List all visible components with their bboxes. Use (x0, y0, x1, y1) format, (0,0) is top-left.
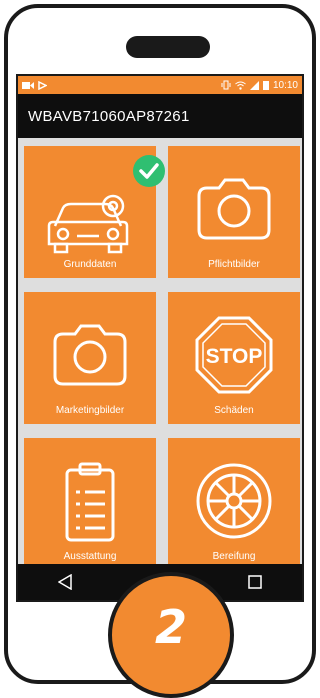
camera-icon (53, 324, 127, 386)
phone-speaker (126, 36, 210, 58)
recents-square-icon (247, 575, 262, 589)
tile-bereifung[interactable]: Bereifung (168, 438, 300, 570)
vehicle-vin-title: WBAVB71060AP87261 (28, 107, 190, 125)
recents-button[interactable] (235, 564, 275, 600)
phone-screen: 10:10 WBAVB71060AP87261 Grunddaten Pflic… (16, 74, 304, 602)
tile-label: Bereifung (212, 551, 256, 562)
tile-grid: Grunddaten Pflichtbilder Marketingbilder (18, 138, 302, 570)
checkmark-icon (133, 155, 165, 187)
tile-label: Grunddaten (63, 259, 117, 270)
tile-marketingbilder[interactable]: Marketingbilder (24, 292, 156, 424)
status-bar: 10:10 (18, 76, 302, 94)
tile-label: Pflichtbilder (208, 259, 260, 270)
back-triangle-icon (58, 574, 73, 590)
status-time: 10:10 (272, 79, 298, 91)
tile-label: Ausstattung (63, 551, 117, 562)
step-badge: 2 (108, 572, 234, 698)
tile-label: Marketingbilder (55, 405, 125, 416)
notification-icon (38, 80, 47, 90)
camera-icon (197, 178, 271, 240)
battery-icon (262, 81, 269, 90)
clipboard-icon (65, 462, 115, 542)
back-button[interactable] (45, 564, 85, 600)
stop-sign-icon: STOP (195, 316, 273, 394)
app-bar: WBAVB71060AP87261 (18, 94, 302, 138)
tile-schaeden[interactable]: STOP Schäden (168, 292, 300, 424)
tire-icon (196, 463, 272, 539)
wifi-icon (235, 81, 246, 90)
car-gear-icon (47, 194, 129, 254)
vibrate-icon (221, 80, 231, 90)
tile-label: Schäden (214, 405, 254, 416)
step-number: 2 (154, 600, 187, 654)
tile-grunddaten[interactable]: Grunddaten (24, 146, 165, 278)
stop-sign-text: STOP (206, 345, 263, 368)
tile-ausstattung[interactable]: Ausstattung (24, 438, 156, 570)
signal-icon (249, 80, 259, 90)
tile-pflichtbilder[interactable]: Pflichtbilder (168, 146, 300, 278)
video-call-icon (22, 81, 34, 89)
